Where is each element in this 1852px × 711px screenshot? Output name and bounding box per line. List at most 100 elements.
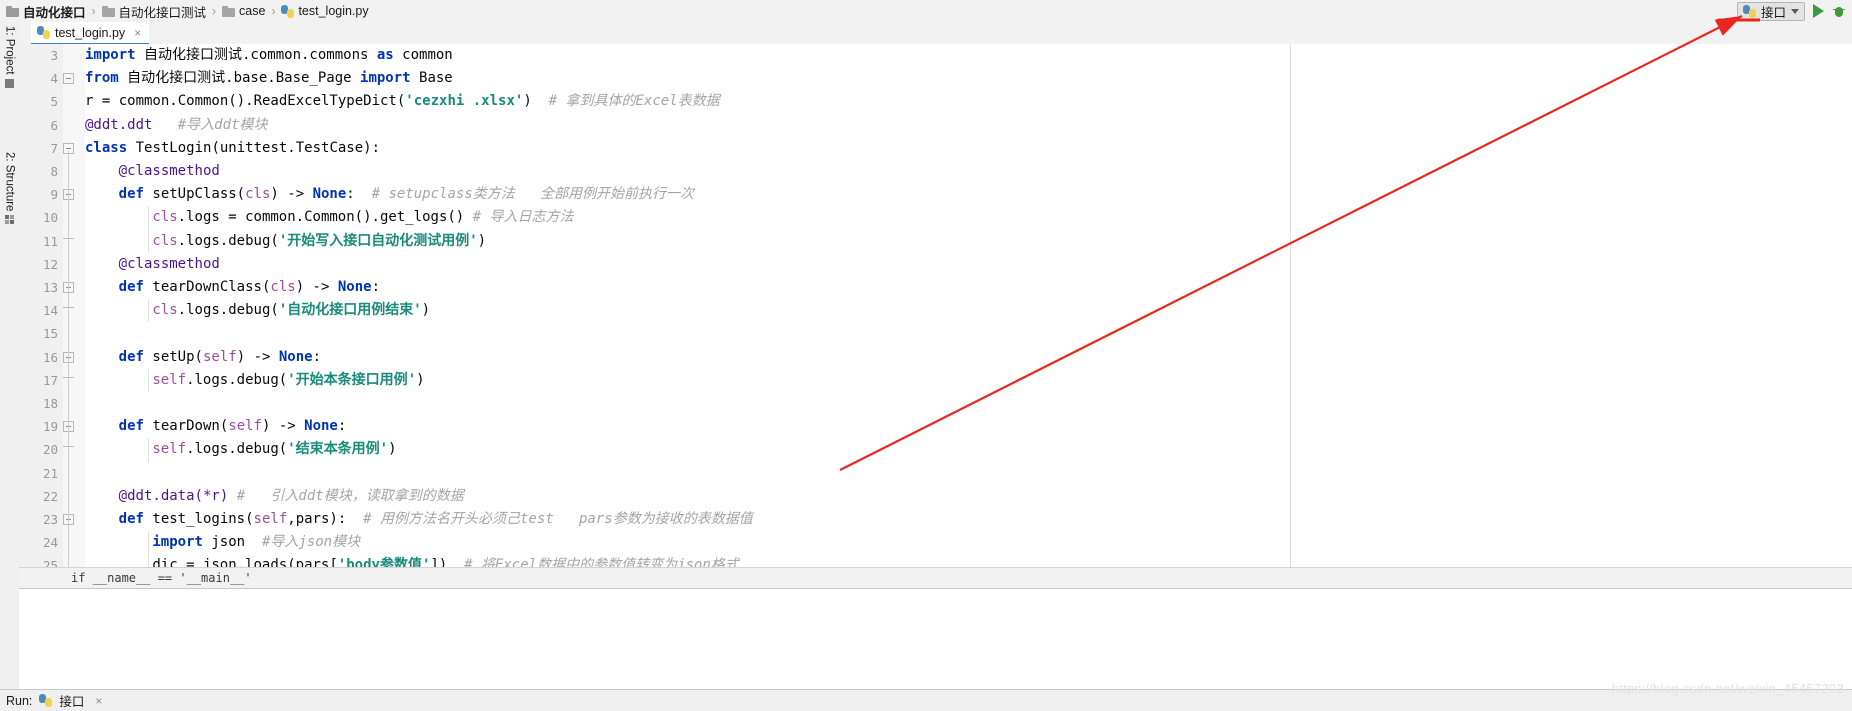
line-number: 19 xyxy=(42,419,58,435)
run-button[interactable] xyxy=(1813,4,1824,18)
code-token: common xyxy=(393,47,453,63)
code-token: '结束本条用例' xyxy=(287,441,389,458)
code-token: # 导入日志方法 xyxy=(472,209,574,226)
code-content[interactable]: import 自动化接口测试.common.commons as common f… xyxy=(85,44,1852,567)
right-margin-guide xyxy=(1290,44,1291,567)
line-number: 23 xyxy=(42,512,58,527)
editor-tab-test-login[interactable]: test_login.py × xyxy=(31,22,150,45)
sidebar-item-structure[interactable]: 2: Structure xyxy=(0,152,19,282)
breadcrumb-item-1[interactable]: 自动化接口 xyxy=(6,0,86,22)
sidebar-item-project[interactable]: 1: Project xyxy=(0,26,19,146)
fold-column[interactable] xyxy=(63,44,85,567)
code-token: Base xyxy=(410,70,453,87)
run-tab-label[interactable]: 接口 xyxy=(59,691,84,710)
code-token: : xyxy=(346,186,372,203)
code-line[interactable]: @classmethod xyxy=(119,160,220,183)
indent-guide xyxy=(148,438,150,462)
folder-icon xyxy=(101,5,115,17)
close-icon[interactable]: × xyxy=(134,26,141,40)
code-line[interactable]: import 自动化接口测试.common.commons as common xyxy=(85,44,453,67)
code-token: : xyxy=(312,348,322,365)
line-number: 13 xyxy=(42,280,58,295)
code-line[interactable]: r = common.Common().ReadExcelTypeDict('c… xyxy=(85,90,720,113)
code-line[interactable]: @classmethod xyxy=(119,253,220,276)
code-token: # 拿到具体的Excel表数据 xyxy=(548,93,720,110)
code-line[interactable]: def setUp(self) -> None: xyxy=(119,346,321,369)
code-token: self xyxy=(228,418,262,435)
code-token: None xyxy=(278,348,313,365)
code-token: ]) xyxy=(430,557,465,567)
code-token: self xyxy=(202,348,237,365)
navigation-bar: 自动化接口 › 自动化接口测试 › case › test_login.py 接口 xyxy=(0,0,1852,23)
chevron-down-icon[interactable] xyxy=(1791,8,1799,14)
code-token: cls xyxy=(152,209,178,226)
structure-breadcrumb: if __name__ == '__main__' xyxy=(19,567,1852,589)
code-token: ) -> xyxy=(295,279,338,295)
code-token: json xyxy=(202,534,262,551)
run-configuration-name: 接口 xyxy=(1760,5,1786,20)
code-line[interactable]: @ddt.data(*r) # 引入ddt模块，读取拿到的数据 xyxy=(119,485,464,508)
code-line[interactable]: def tearDownClass(cls) -> None: xyxy=(119,276,380,299)
line-number: 6 xyxy=(50,117,58,133)
line-number: 18 xyxy=(42,396,58,411)
code-token: @ddt.ddt xyxy=(85,116,153,133)
code-line[interactable]: @ddt.ddt #导入ddt模块 xyxy=(85,114,267,137)
code-line[interactable]: class TestLogin(unittest.TestCase): xyxy=(85,137,380,160)
code-token: import xyxy=(85,47,136,63)
code-line[interactable]: def test_logins(self,pars): # 用例方法名开头必须己… xyxy=(119,508,753,531)
code-token: ) xyxy=(523,93,549,110)
code-line[interactable]: def tearDown(self) -> None: xyxy=(119,415,347,438)
line-number: 10 xyxy=(42,210,58,226)
fold-toggle[interactable] xyxy=(63,73,74,85)
line-number: 14 xyxy=(42,303,58,319)
close-icon[interactable]: × xyxy=(95,694,102,708)
line-number: 24 xyxy=(42,535,58,551)
code-token: # 将Excel数据中的参数值转变为json格式 xyxy=(464,557,739,567)
python-icon xyxy=(1742,4,1756,18)
run-configuration-selector[interactable]: 接口 xyxy=(1736,1,1805,21)
debug-button[interactable] xyxy=(1832,5,1846,18)
code-line[interactable]: dic = json.loads(pars['body参数值']) # 将Exc… xyxy=(152,554,738,567)
breadcrumb-item-4[interactable]: test_login.py xyxy=(281,0,369,22)
code-token: def xyxy=(118,511,144,527)
code-token: def xyxy=(118,186,144,203)
code-token: self xyxy=(152,371,187,388)
code-line[interactable]: cls.logs = common.Common().get_logs() # … xyxy=(152,206,573,229)
code-token: cls xyxy=(245,186,271,203)
sidebar-item-label: 1: Project xyxy=(3,26,16,75)
breadcrumb-item-3[interactable]: case xyxy=(222,0,265,22)
code-line[interactable]: from 自动化接口测试.base.Base_Page import Base xyxy=(85,67,453,90)
breadcrumb-item-label: case xyxy=(239,4,266,18)
code-line[interactable]: cls.logs.debug('开始写入接口自动化测试用例') xyxy=(152,230,486,253)
run-tool-window-header: Run: 接口 × xyxy=(0,689,1852,711)
toolbar-right: 接口 xyxy=(1736,0,1846,22)
line-number-gutter[interactable]: 3 4 5 6 7 8 9 10 11 12 13 14 15 16 17 18 19 20 21 22 23 24 25 xyxy=(19,44,78,567)
code-line[interactable]: self.logs.debug('结束本条用例') xyxy=(152,438,396,461)
code-token: '开始写入接口自动化测试用例' xyxy=(278,232,478,249)
code-line[interactable]: import json #导入json模块 xyxy=(152,531,360,554)
code-token: self xyxy=(253,511,288,527)
code-token: import xyxy=(152,534,203,551)
line-number: 8 xyxy=(50,164,58,179)
code-token: #导入ddt模块 xyxy=(177,116,268,133)
code-token: self xyxy=(152,441,187,458)
code-line[interactable]: cls.logs.debug('自动化接口用例结束') xyxy=(152,299,430,322)
line-number: 12 xyxy=(42,256,58,272)
editor-tab-strip: test_login.py × xyxy=(19,22,1852,45)
code-token: .logs.debug( xyxy=(177,302,279,319)
code-token: : xyxy=(371,279,381,295)
code-token: 'cezxhi .xlsx' xyxy=(405,93,524,110)
breadcrumb-item-2[interactable]: 自动化接口测试 xyxy=(101,0,206,22)
code-line[interactable]: self.logs.debug('开始本条接口用例') xyxy=(152,369,424,392)
folder-icon xyxy=(222,5,236,17)
code-token: 'body参数值' xyxy=(337,557,431,567)
line-number: 9 xyxy=(50,187,58,203)
left-tool-rail: 1: Project 2: Structure xyxy=(0,22,20,689)
code-token: class xyxy=(85,139,128,156)
code-line[interactable]: def setUpClass(cls) -> None: # setupclas… xyxy=(119,183,694,206)
sidebar-item-label: 2: Structure xyxy=(3,152,16,212)
code-token: setUp( xyxy=(143,348,203,365)
code-token: None xyxy=(337,279,372,295)
code-editor[interactable]: 3 4 5 6 7 8 9 10 11 12 13 14 15 16 17 18 19 20 21 22 23 24 25 … xyxy=(19,44,1852,567)
